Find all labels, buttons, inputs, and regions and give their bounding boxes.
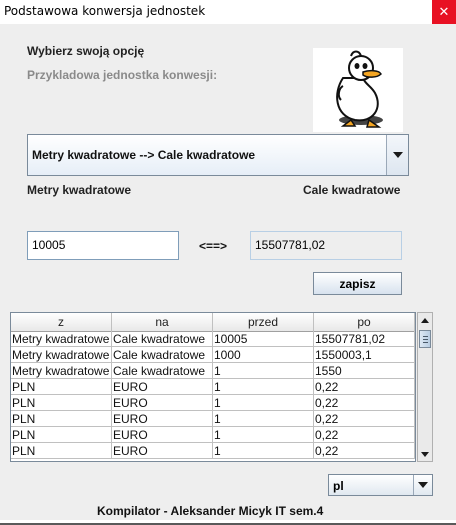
footer-credit: Kompilator - Aleksander Micyk IT sem.4 bbox=[97, 504, 324, 518]
table-scrollbar[interactable] bbox=[417, 312, 433, 462]
table-cell[interactable]: Metry kwadratowe bbox=[11, 331, 112, 347]
to-value-field: 15507781,02 bbox=[250, 231, 402, 260]
conversion-select-value: Metry kwadratowe --> Cale kwadratowe bbox=[32, 148, 256, 162]
conversion-select[interactable]: Metry kwadratowe --> Cale kwadratowe bbox=[27, 134, 409, 176]
table-cell[interactable]: 1 bbox=[213, 363, 314, 379]
column-header-po[interactable]: po bbox=[314, 313, 415, 331]
options-subheading: Przykladowa jednostka konwesji: bbox=[27, 68, 218, 82]
table-row[interactable]: PLN EURO 1 0,22 bbox=[11, 427, 415, 443]
language-select-value: pl bbox=[333, 479, 344, 493]
scroll-up-icon[interactable] bbox=[418, 313, 432, 327]
table-cell[interactable]: PLN bbox=[11, 443, 112, 459]
language-select[interactable]: pl bbox=[328, 474, 433, 496]
scroll-thumb[interactable] bbox=[419, 330, 431, 348]
table-cell[interactable]: 1 bbox=[213, 395, 314, 411]
table-row[interactable]: Metry kwadratowe Cale kwadratowe 10005 1550… bbox=[11, 331, 415, 347]
save-button[interactable]: zapisz bbox=[313, 272, 402, 295]
duck-mascot-icon bbox=[313, 48, 403, 132]
table-cell[interactable]: EURO bbox=[112, 427, 213, 443]
column-header-z[interactable]: z bbox=[11, 313, 112, 331]
to-unit-label: Cale kwadratowe bbox=[303, 183, 401, 197]
table-cell[interactable]: PLN bbox=[11, 379, 112, 395]
bottom-edge bbox=[0, 520, 456, 525]
main-panel: Wybierz swoją opcję Przykladowa jednostk… bbox=[0, 24, 456, 520]
table-cell[interactable]: 1550003,1 bbox=[314, 347, 415, 363]
table-row[interactable]: Metry kwadratowe Cale kwadratowe 1000 15500… bbox=[11, 347, 415, 363]
table-cell[interactable]: 1 bbox=[213, 411, 314, 427]
table-cell[interactable]: EURO bbox=[112, 411, 213, 427]
table-row[interactable]: Metry kwadratowe Cale kwadratowe 1 1550 bbox=[11, 363, 415, 379]
table-row[interactable]: PLN EURO 1 0,22 bbox=[11, 443, 415, 459]
table-cell[interactable]: PLN bbox=[11, 411, 112, 427]
history-table: z na przed po Metry kwadratowe Cale kwadr… bbox=[10, 312, 416, 462]
table-row[interactable]: PLN EURO 1 0,22 bbox=[11, 379, 415, 395]
table-cell[interactable]: 1550 bbox=[314, 363, 415, 379]
table-cell[interactable]: Cale kwadratowe bbox=[112, 347, 213, 363]
duck-mascot-graphic bbox=[336, 50, 383, 128]
table-cell[interactable]: EURO bbox=[112, 395, 213, 411]
table-cell[interactable]: 15507781,02 bbox=[314, 331, 415, 347]
column-header-na[interactable]: na bbox=[112, 313, 213, 331]
from-unit-label: Metry kwadratowe bbox=[27, 183, 132, 197]
table-cell[interactable]: Cale kwadratowe bbox=[112, 331, 213, 347]
close-button[interactable]: ✕ bbox=[432, 0, 456, 24]
table-cell[interactable]: 10005 bbox=[213, 331, 314, 347]
table-header: z na przed po bbox=[11, 313, 415, 332]
title-bar: Podstawowa konwersja jednostek ✕ bbox=[0, 0, 456, 24]
table-cell[interactable]: 1 bbox=[213, 443, 314, 459]
table-cell[interactable]: 0,22 bbox=[314, 443, 415, 459]
table-cell[interactable]: 0,22 bbox=[314, 411, 415, 427]
table-cell[interactable]: EURO bbox=[112, 443, 213, 459]
table-cell[interactable]: Cale kwadratowe bbox=[112, 363, 213, 379]
table-cell[interactable]: 0,22 bbox=[314, 379, 415, 395]
chevron-down-icon[interactable] bbox=[413, 475, 432, 495]
conversion-arrows: <==> bbox=[199, 239, 228, 253]
window-title: Podstawowa konwersja jednostek bbox=[4, 4, 206, 18]
table-row[interactable]: PLN EURO 1 0,22 bbox=[11, 411, 415, 427]
table-cell[interactable]: 1 bbox=[213, 427, 314, 443]
table-cell[interactable]: PLN bbox=[11, 395, 112, 411]
options-heading: Wybierz swoją opcję bbox=[27, 44, 145, 58]
table-cell[interactable]: 1000 bbox=[213, 347, 314, 363]
scroll-down-icon[interactable] bbox=[418, 447, 432, 461]
column-header-przed[interactable]: przed bbox=[213, 313, 314, 331]
chevron-down-icon[interactable] bbox=[386, 135, 408, 175]
table-cell[interactable]: EURO bbox=[112, 379, 213, 395]
table-cell[interactable]: PLN bbox=[11, 427, 112, 443]
table-row[interactable]: PLN EURO 1 0,22 bbox=[11, 395, 415, 411]
table-cell[interactable]: Metry kwadratowe bbox=[11, 363, 112, 379]
table-cell[interactable]: 0,22 bbox=[314, 427, 415, 443]
from-value-input[interactable]: 10005 bbox=[27, 231, 179, 260]
table-cell[interactable]: Metry kwadratowe bbox=[11, 347, 112, 363]
table-cell[interactable]: 0,22 bbox=[314, 395, 415, 411]
table-cell[interactable]: 1 bbox=[213, 379, 314, 395]
